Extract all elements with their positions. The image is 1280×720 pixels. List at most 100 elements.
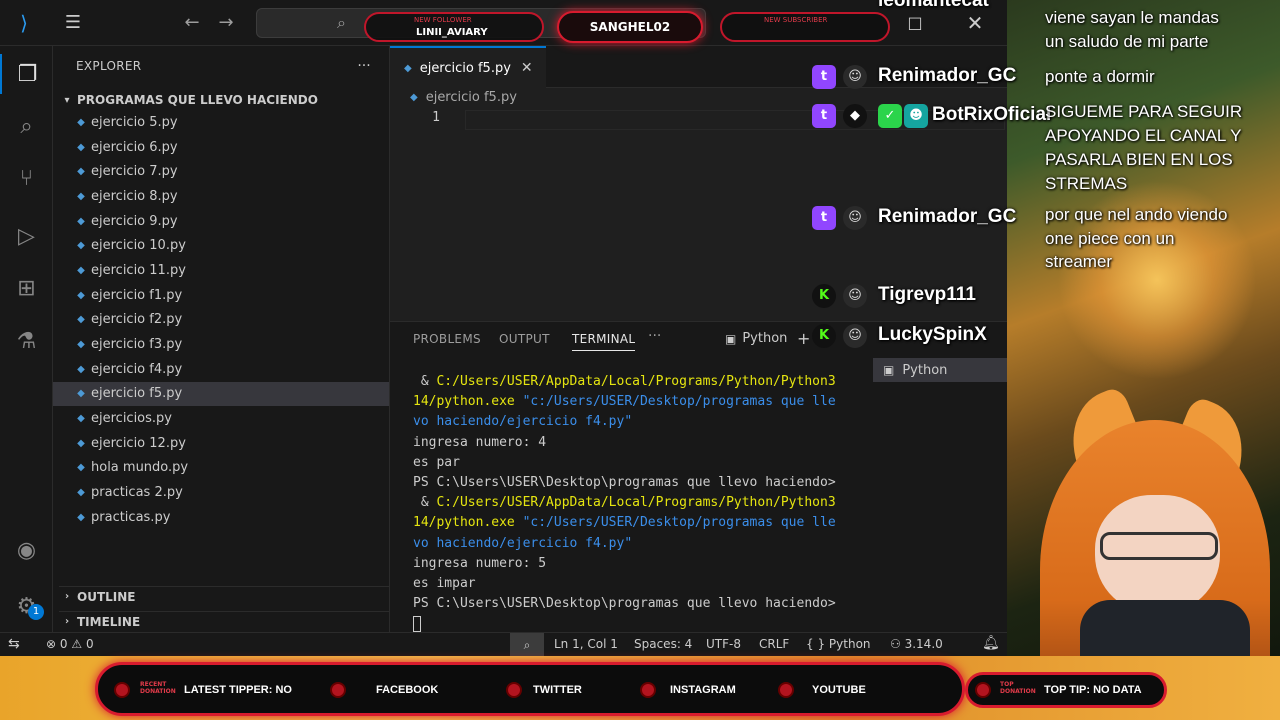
back-arrow-icon[interactable]: ←	[180, 11, 204, 35]
vscode-logo-icon: ⟩	[20, 11, 28, 35]
terminal-line: & C:/Users/USER/AppData/Local/Programs/P…	[413, 493, 853, 513]
file-item[interactable]: ◆ ejercicio f2.py	[53, 308, 389, 333]
file-name: ejercicio 6.py	[91, 139, 178, 155]
chevron-right-icon: ›	[64, 616, 70, 627]
terminal-line: es par	[413, 453, 853, 473]
search-icon[interactable]: ⌕	[0, 106, 53, 146]
user-avatar-icon: ☺	[843, 65, 867, 89]
menu-icon[interactable]: ☰	[60, 11, 86, 35]
account-icon[interactable]: ◉	[0, 530, 53, 570]
file-item[interactable]: ◆ ejercicio 11.py	[53, 258, 389, 283]
python-version: 3.14.0	[904, 637, 943, 651]
notification-bell-icon[interactable]: 🔔︎	[982, 635, 1000, 651]
zoom-icon[interactable]: ⌕	[510, 633, 544, 657]
file-item[interactable]: ◆ ejercicio f3.py	[53, 332, 389, 357]
tab-output[interactable]: OUTPUT	[499, 332, 550, 346]
breadcrumb[interactable]: ◆ ejercicio f5.py	[410, 90, 517, 105]
chat-username: BotRixOficial	[932, 104, 1052, 125]
new-terminal-icon[interactable]: +	[797, 329, 810, 348]
chat-message-line: ponte a dormir	[1045, 67, 1155, 86]
file-item[interactable]: ◆ hola mundo.py	[53, 456, 389, 481]
terminal-text: PS C:\Users\USER\Desktop\programas que l…	[413, 596, 836, 612]
new-subscriber-label: NEW SUBSCRIBER	[764, 16, 828, 24]
terminal-output[interactable]: & C:/Users/USER/AppData/Local/Programs/P…	[413, 372, 853, 635]
file-list: ◆ ejercicio 5.py ◆ ejercicio 6.py ◆ ejercicio…	[53, 110, 389, 530]
file-item[interactable]: ◆ ejercicio 5.py	[53, 110, 389, 135]
end-of-line[interactable]: CRLF	[759, 637, 789, 651]
terminal-text: vo haciendo/ejercicio f4.py"	[413, 414, 633, 430]
python-file-icon: ◆	[77, 141, 85, 153]
file-item[interactable]: ◆ ejercicio 7.py	[53, 159, 389, 184]
file-item[interactable]: ◆ ejercicio f5.py	[53, 381, 389, 407]
panel-more-icon[interactable]: ···	[648, 328, 661, 344]
timeline-label: TIMELINE	[77, 614, 141, 629]
python-interpreter[interactable]: ⚇ 3.14.0	[890, 637, 943, 651]
maximize-icon[interactable]: □	[903, 11, 927, 35]
problems-status[interactable]: ⊗ 0 ⚠ 0	[46, 637, 94, 651]
python-file-icon: ◆	[77, 166, 85, 178]
source-control-icon[interactable]: ⑂	[0, 158, 53, 198]
settings-badge: 1	[28, 604, 44, 620]
testing-icon[interactable]: ⚗	[0, 321, 53, 361]
explorer-icon[interactable]: ❐	[0, 54, 53, 94]
explorer-sidebar: EXPLORER ··· ▾ PROGRAMAS QUE LLEVO HACIE…	[53, 46, 390, 632]
file-item[interactable]: ◆ ejercicio 6.py	[53, 135, 389, 160]
forward-arrow-icon[interactable]: →	[214, 11, 238, 35]
file-item[interactable]: ◆ practicas.py	[53, 505, 389, 530]
top-tip: TOP TIP: NO DATA	[1044, 684, 1142, 696]
file-name: ejercicio 11.py	[91, 262, 186, 278]
file-item[interactable]: ◆ ejercicio 12.py	[53, 431, 389, 456]
folder-header[interactable]: ▾ PROGRAMAS QUE LLEVO HACIENDO	[59, 90, 389, 110]
python-file-icon: ◆	[77, 264, 85, 276]
terminal-shell-selector[interactable]: ▣ Python	[725, 331, 787, 346]
twitter-label: TWITTER	[533, 684, 582, 696]
language-mode[interactable]: { } Python	[806, 637, 871, 651]
extensions-icon[interactable]: ⊞	[0, 268, 53, 308]
terminal-line: 14/python.exe "c:/Users/USER/Desktop/pro…	[413, 392, 853, 412]
file-item[interactable]: ◆ practicas 2.py	[53, 480, 389, 505]
terminal-text: es par	[413, 454, 460, 470]
file-name: ejercicio f1.py	[91, 287, 183, 303]
file-item[interactable]: ◆ ejercicio 8.py	[53, 184, 389, 209]
file-item[interactable]: ◆ ejercicios.py	[53, 406, 389, 431]
indentation[interactable]: Spaces: 4	[634, 637, 692, 651]
settings-gear-icon[interactable]: ⚙	[0, 586, 53, 626]
python-file-icon: ◆	[77, 339, 85, 351]
terminal-line: es impar	[413, 574, 853, 594]
file-item[interactable]: ◆ ejercicio f4.py	[53, 357, 389, 382]
terminal-icon: ▣	[883, 363, 895, 377]
chat-message-line: un saludo de mi parte	[1045, 32, 1209, 51]
run-debug-icon[interactable]: ▷	[0, 216, 53, 256]
chat-message-line: viene sayan le mandas	[1045, 8, 1219, 27]
terminal-list-item[interactable]: ▣ Python	[873, 358, 1007, 382]
terminal-text: vo haciendo/ejercicio f4.py"	[413, 535, 633, 551]
terminal-line: 14/python.exe "c:/Users/USER/Desktop/pro…	[413, 513, 853, 533]
chevron-right-icon: ›	[64, 591, 70, 602]
close-tab-icon[interactable]: ✕	[521, 60, 533, 76]
user-avatar-icon: ☺	[843, 284, 867, 308]
close-window-icon[interactable]: ✕	[962, 11, 988, 35]
twitch-icon: t	[812, 104, 836, 128]
file-item[interactable]: ◆ ejercicio f1.py	[53, 283, 389, 308]
file-name: hola mundo.py	[91, 460, 189, 476]
editor-tab-active[interactable]: ◆ ejercicio f5.py ✕	[390, 46, 546, 88]
encoding[interactable]: UTF-8	[706, 637, 741, 651]
file-name: practicas 2.py	[91, 485, 183, 501]
cursor-position[interactable]: Ln 1, Col 1	[554, 637, 618, 651]
more-actions-icon[interactable]: ···	[353, 55, 375, 77]
editor-area: ◆ ejercicio f5.py ✕ ◆ ejercicio f5.py 1	[390, 46, 1007, 321]
tab-problems[interactable]: PROBLEMS	[413, 332, 481, 346]
top-donation-icon	[975, 682, 991, 698]
chat-username: Renimador_GC	[878, 206, 1017, 227]
terminal-icon: ▣	[725, 331, 737, 346]
tab-terminal[interactable]: TERMINAL	[572, 332, 636, 351]
verified-icon: ✓	[878, 104, 902, 128]
file-item[interactable]: ◆ ejercicio 9.py	[53, 209, 389, 234]
terminal-text: &	[413, 495, 437, 511]
outline-section[interactable]: › OUTLINE	[59, 586, 389, 606]
breadcrumb-label: ejercicio f5.py	[425, 90, 517, 105]
file-name: ejercicio 5.py	[91, 114, 178, 130]
file-item[interactable]: ◆ ejercicio 10.py	[53, 233, 389, 258]
timeline-section[interactable]: › TIMELINE	[59, 611, 389, 631]
remote-icon[interactable]: ⇆	[8, 636, 20, 652]
